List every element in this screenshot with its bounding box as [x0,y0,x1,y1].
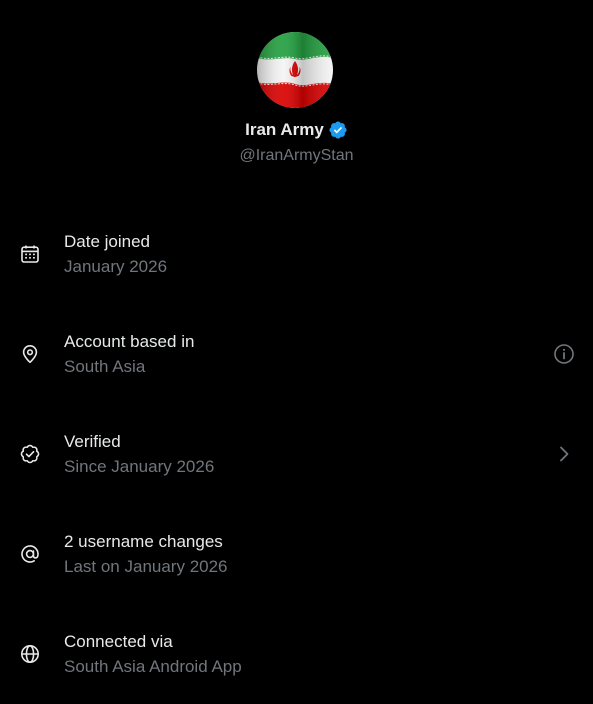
row-title: Connected via [64,632,173,651]
row-title: Account based in [64,332,195,351]
globe-icon [20,644,40,664]
row-title: Verified [64,432,121,451]
profile-handle: @IranArmyStan [239,147,354,164]
iran-flag-avatar-icon [257,32,333,108]
info-icon[interactable] [553,343,575,365]
row-subtitle: Last on January 2026 [64,557,228,576]
row-text: Verified Since January 2026 [64,431,214,479]
row-title: 2 username changes [64,532,223,551]
name-row: Iran Army [0,119,593,141]
row-date-joined: Date joined January 2026 [0,204,593,304]
verified-badge-icon [328,120,348,140]
at-sign-icon [20,544,40,564]
display-name: Iran Army [245,120,324,139]
row-verified[interactable]: Verified Since January 2026 [0,404,593,504]
row-title: Date joined [64,232,151,251]
location-pin-icon [20,344,40,364]
avatar[interactable] [257,32,333,108]
row-subtitle: January 2026 [64,257,168,276]
row-text: Date joined January 2026 [64,231,167,279]
row-text: Account based in South Asia [64,331,194,379]
chevron-right-icon[interactable] [553,443,575,465]
row-subtitle: South Asia Android App [64,657,242,676]
row-text: Connected via South Asia Android App [64,631,242,679]
row-connected-via: Connected via South Asia Android App [0,604,593,704]
calendar-icon [20,244,40,264]
row-subtitle: Since January 2026 [64,457,215,476]
verified-check-icon [20,444,40,464]
row-username-changes: 2 username changes Last on January 2026 [0,504,593,604]
row-account-based-in: Account based in South Asia [0,304,593,404]
row-subtitle: South Asia [64,357,146,376]
row-text: 2 username changes Last on January 2026 [64,531,228,579]
about-account-list: Date joined January 2026 Account based i… [0,204,593,704]
